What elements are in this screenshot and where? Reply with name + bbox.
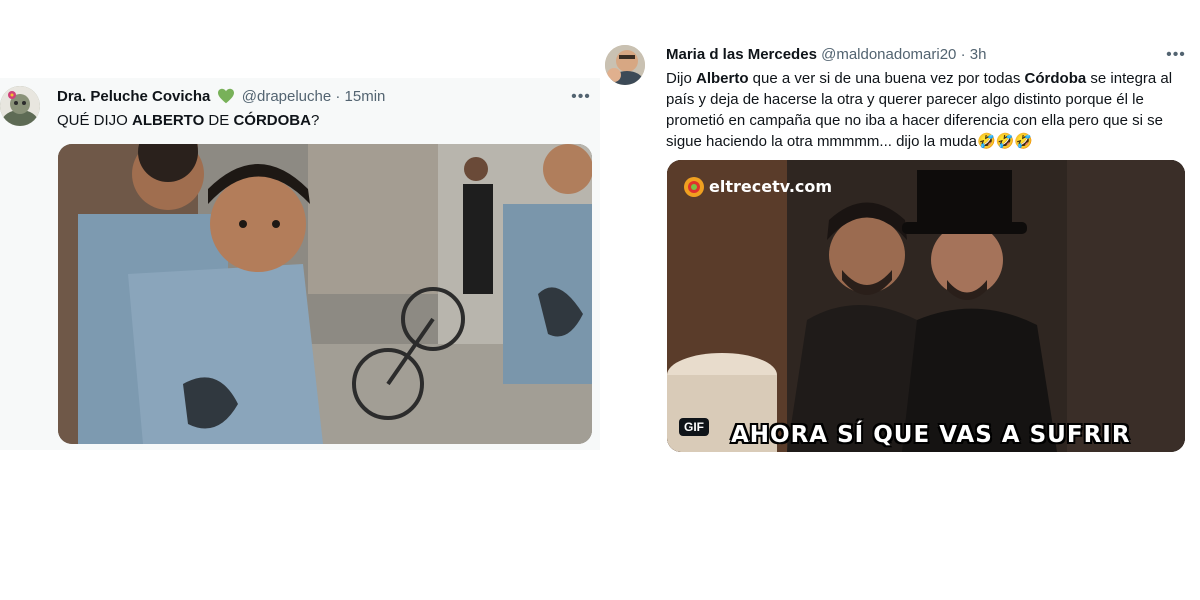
tweet-card[interactable]: Maria d las Mercedes @maldonadomari20 · … <box>600 38 1200 458</box>
handle[interactable]: @maldonadomari20 <box>821 46 956 63</box>
tweet-header: Maria d las Mercedes @maldonadomari20 · … <box>666 45 986 65</box>
tweet-text: QUÉ DIJO ALBERTO DE CÓRDOBA? <box>57 110 577 131</box>
green-heart-icon <box>217 88 235 110</box>
more-options-icon[interactable]: ••• <box>1166 45 1186 65</box>
text-bold-segment: Alberto <box>696 70 749 87</box>
avatar[interactable] <box>605 45 645 85</box>
eltrece-logo-icon <box>683 176 705 202</box>
text-bold-segment: Córdoba <box>1024 70 1087 87</box>
text-segment: DE <box>204 112 234 129</box>
text-bold-segment: CÓRDOBA <box>233 112 311 129</box>
handle[interactable]: @drapeluche <box>242 88 331 105</box>
gif-caption: AHORA SÍ QUE VAS A SUFRIR <box>731 422 1131 448</box>
text-segment: ? <box>310 112 320 129</box>
watermark-text: eltrecetv.com <box>709 177 833 196</box>
tweet-text: Dijo Alberto que a ver si de una buena v… <box>666 68 1184 152</box>
more-options-icon[interactable]: ••• <box>571 87 591 107</box>
watermark: eltrecetv.com <box>683 176 832 202</box>
display-name[interactable]: Dra. Peluche Covicha <box>57 88 210 105</box>
text-segment: QUÉ DIJO <box>57 112 133 129</box>
separator-dot: · <box>960 46 966 63</box>
display-name[interactable]: Maria d las Mercedes <box>666 46 817 63</box>
avatar[interactable] <box>0 86 40 126</box>
text-segment: que a ver si de una buena vez por todas <box>748 70 1025 87</box>
text-bold-segment: ALBERTO <box>132 112 205 129</box>
tweet-media-gif[interactable]: eltrecetv.com GIF AHORA SÍ QUE VAS A SUF… <box>667 160 1185 452</box>
tweet-media-photo[interactable] <box>58 144 592 444</box>
timestamp[interactable]: 15min <box>345 88 386 105</box>
timestamp[interactable]: 3h <box>970 46 987 63</box>
text-segment: Dijo <box>666 70 697 87</box>
tweet-card[interactable]: Dra. Peluche Covicha @drapeluche · 15min… <box>0 78 600 450</box>
separator-dot: · <box>335 88 341 105</box>
gif-badge: GIF <box>679 418 709 436</box>
tweet-header: Dra. Peluche Covicha @drapeluche · 15min <box>57 87 385 107</box>
